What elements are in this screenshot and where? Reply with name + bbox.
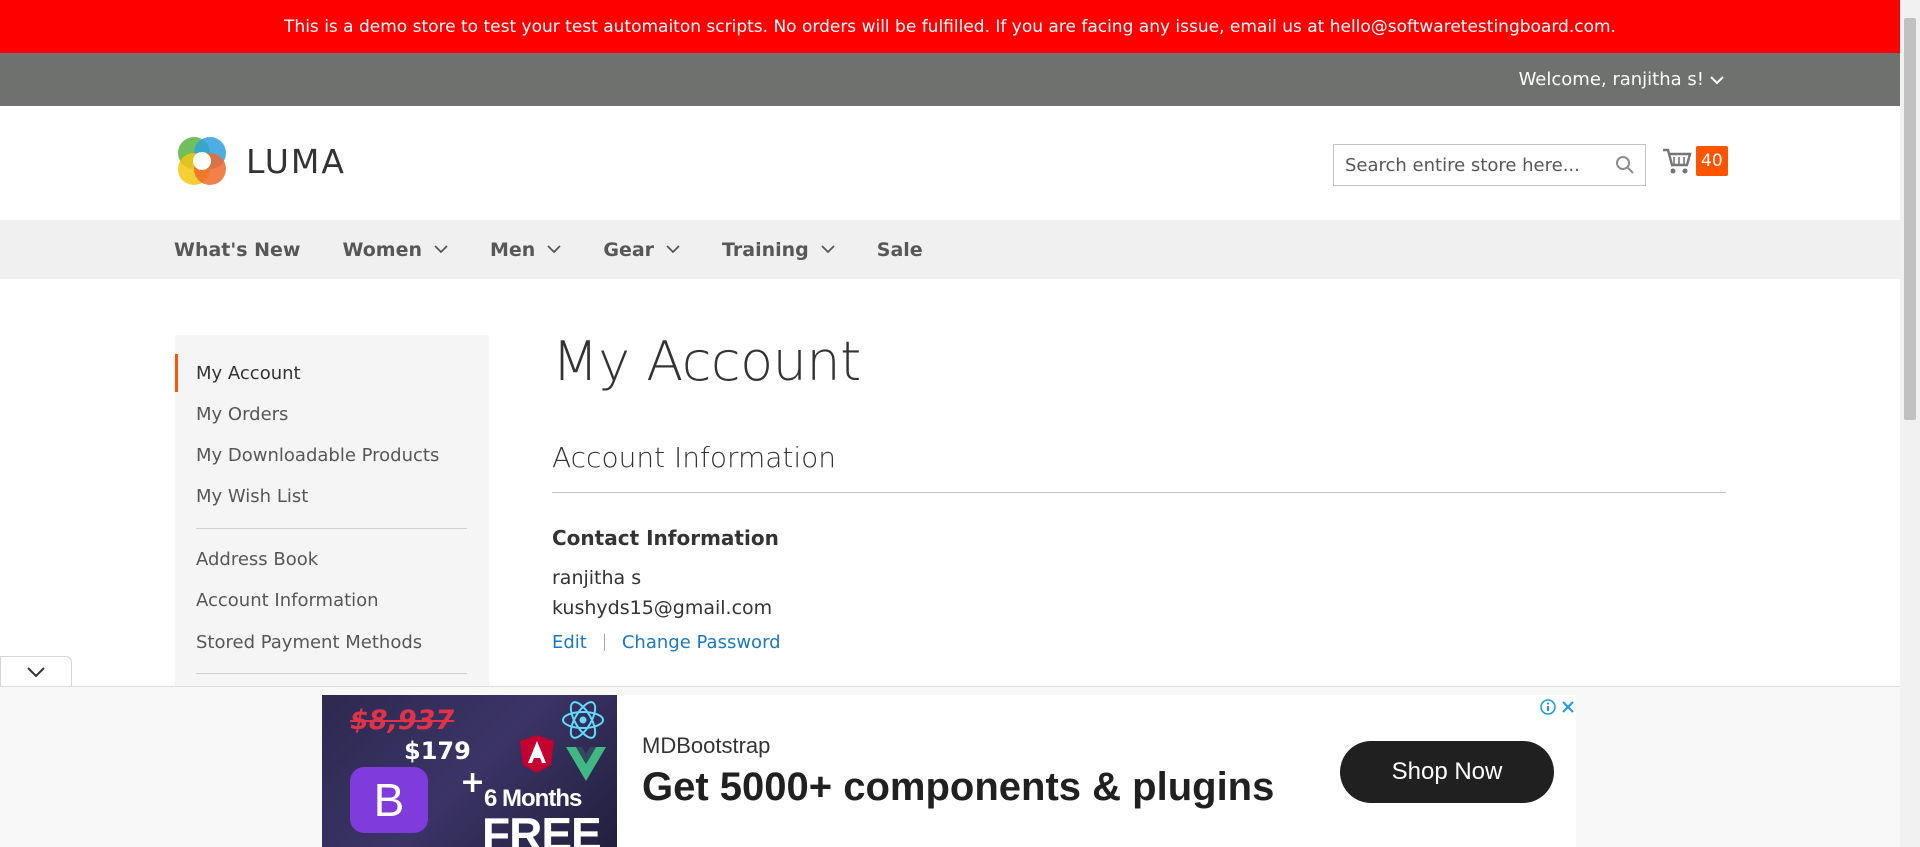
search-input[interactable] xyxy=(1345,154,1605,176)
ad-old-price: $8,937 xyxy=(350,705,455,736)
sidebar-item-account-information[interactable]: Account Information xyxy=(175,581,489,619)
ad-free: FREE xyxy=(482,808,602,847)
demo-notice-bar: This is a demo store to test your test a… xyxy=(0,0,1900,53)
page-title: My Account xyxy=(552,330,861,393)
logo-text: LUMA xyxy=(246,141,346,181)
sidebar-item-my-account[interactable]: My Account xyxy=(175,354,489,392)
ad-collapse-toggle[interactable] xyxy=(0,656,72,687)
sidebar-item-label: Address Book xyxy=(196,548,319,570)
nav-item-whats-new[interactable]: What's New xyxy=(174,239,300,261)
ad-plus: + xyxy=(460,765,486,800)
store-logo[interactable]: LUMA xyxy=(174,133,346,189)
chevron-down-icon xyxy=(821,245,835,254)
scrollbar-thumb[interactable] xyxy=(1904,18,1916,420)
ad-banner[interactable]: $8,937 $179 B + 6 Months FREE MDBootstra… xyxy=(322,695,1576,847)
contact-email: kushyds15@gmail.com xyxy=(552,597,773,619)
contact-name: ranjitha s xyxy=(552,567,642,589)
nav-label: Training xyxy=(722,238,809,261)
sidebar-item-stored-payment-methods[interactable]: Stored Payment Methods xyxy=(175,623,489,661)
nav-label: What's New xyxy=(174,238,301,261)
bootstrap-logo-icon: B xyxy=(350,767,428,833)
chevron-down-icon xyxy=(1710,75,1724,84)
sidebar-item-my-downloadable-products[interactable]: My Downloadable Products xyxy=(175,436,489,474)
shopping-cart-icon xyxy=(1663,148,1692,174)
change-password-link[interactable]: Change Password xyxy=(622,632,781,653)
shop-now-button[interactable]: Shop Now xyxy=(1340,741,1554,803)
edit-link[interactable]: Edit xyxy=(552,632,587,653)
main-navigation: What's New Women Men Gear Training Sale xyxy=(0,220,1900,279)
angular-logo-icon xyxy=(520,735,554,773)
nav-item-men[interactable]: Men xyxy=(490,239,561,261)
contact-info-title: Contact Information xyxy=(552,526,779,550)
nav-item-women[interactable]: Women xyxy=(342,239,448,261)
sidebar-item-label: My Orders xyxy=(196,403,289,425)
vue-logo-icon xyxy=(566,747,606,781)
chevron-down-icon xyxy=(434,245,448,254)
ad-choices[interactable] xyxy=(1540,699,1576,715)
welcome-text: Welcome, ranjitha s! xyxy=(1518,69,1704,90)
nav-item-gear[interactable]: Gear xyxy=(603,239,680,261)
sidebar-item-my-wish-list[interactable]: My Wish List xyxy=(175,477,489,515)
chevron-down-icon xyxy=(666,245,680,254)
sidebar-item-label: Stored Payment Methods xyxy=(196,631,423,653)
search-icon[interactable] xyxy=(1615,155,1635,175)
close-icon[interactable] xyxy=(1560,699,1576,715)
minicart[interactable]: 40 xyxy=(1662,146,1728,176)
top-panel: Welcome, ranjitha s! xyxy=(0,53,1900,106)
nav-item-sale[interactable]: Sale xyxy=(877,239,923,261)
react-logo-icon xyxy=(562,701,604,739)
page-header: LUMA 40 xyxy=(0,106,1900,220)
section-title: Account Information xyxy=(552,441,837,474)
nav-item-training[interactable]: Training xyxy=(722,239,835,261)
demo-notice-text: This is a demo store to test your test a… xyxy=(284,16,1616,37)
ad-headline: Get 5000+ components & plugins xyxy=(642,765,1275,809)
nav-label: Gear xyxy=(603,238,655,261)
sidebar-divider xyxy=(196,528,467,529)
vertical-scrollbar[interactable] xyxy=(1900,0,1920,847)
sidebar-item-label: Account Information xyxy=(196,589,379,611)
ad-banner-container: $8,937 $179 B + 6 Months FREE MDBootstra… xyxy=(0,686,1900,847)
info-icon[interactable] xyxy=(1540,699,1556,715)
sidebar-divider xyxy=(196,673,467,674)
nav-label: Men xyxy=(490,238,536,261)
luma-logo-icon xyxy=(178,137,226,185)
ad-new-price: $179 xyxy=(404,737,471,765)
sidebar-item-label: My Wish List xyxy=(196,485,309,507)
sidebar-item-label: My Account xyxy=(196,362,301,384)
contact-actions: Edit Change Password xyxy=(552,632,781,653)
account-sidebar: My Account My Orders My Downloadable Pro… xyxy=(175,335,489,695)
customer-welcome-menu[interactable]: Welcome, ranjitha s! xyxy=(1519,53,1724,106)
search-box[interactable] xyxy=(1333,144,1646,186)
sidebar-item-my-orders[interactable]: My Orders xyxy=(175,395,489,433)
nav-label: Women xyxy=(342,238,423,261)
ad-image[interactable]: $8,937 $179 B + 6 Months FREE xyxy=(322,695,617,847)
sidebar-item-label: My Downloadable Products xyxy=(196,444,440,466)
sidebar-item-address-book[interactable]: Address Book xyxy=(175,540,489,578)
chevron-down-icon xyxy=(547,245,561,254)
ad-brand: MDBootstrap xyxy=(642,733,771,758)
action-separator xyxy=(603,634,605,651)
section-divider xyxy=(552,492,1726,493)
nav-label: Sale xyxy=(876,238,923,261)
chevron-down-icon xyxy=(27,667,45,678)
cart-count-badge: 40 xyxy=(1696,146,1728,176)
